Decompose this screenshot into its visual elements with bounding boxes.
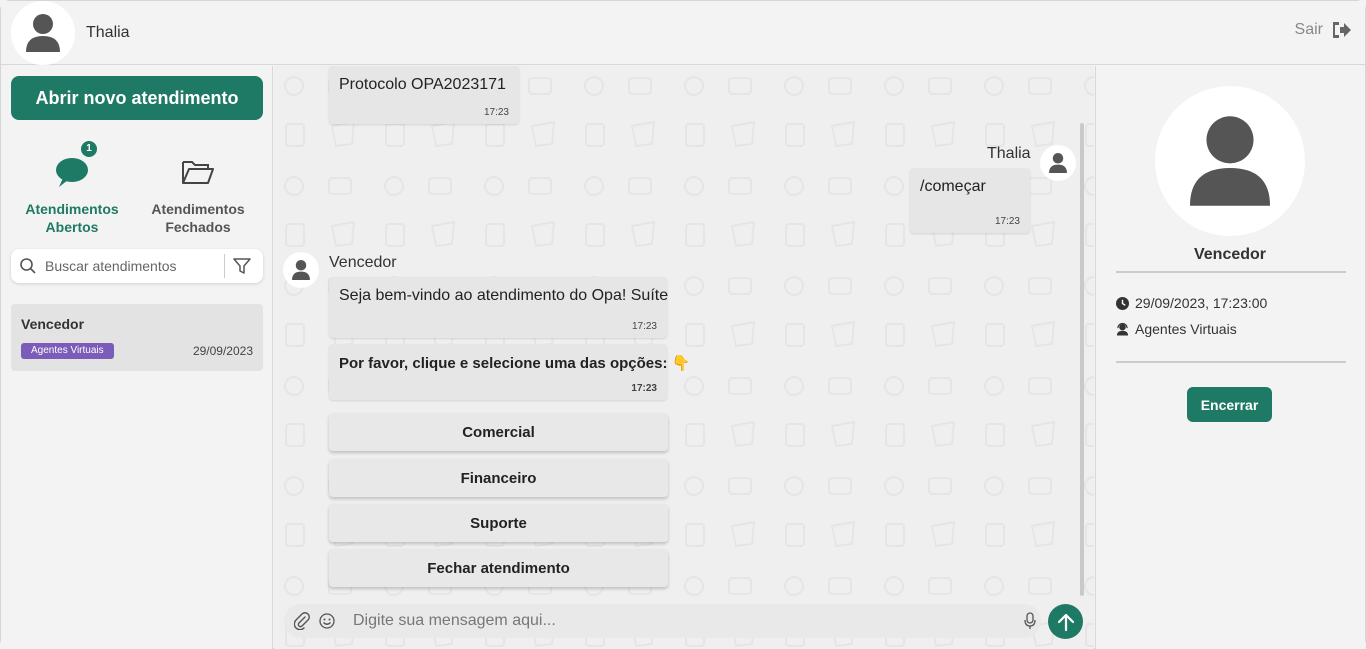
message-time: 17:23: [631, 383, 657, 394]
search-icon: [20, 258, 36, 274]
emoji-icon[interactable]: [319, 613, 335, 629]
arrow-up-icon: [1057, 613, 1074, 631]
chat-bubble-icon: [56, 158, 88, 187]
conversation-list-item[interactable]: Vencedor Agentes Virtuais 29/09/2023: [11, 304, 263, 371]
logout-icon: [1333, 22, 1351, 38]
tab-closed-attendances[interactable]: Atendimentos Fechados: [143, 154, 253, 236]
logout-button[interactable]: Sair: [1295, 21, 1351, 39]
search-bar: [11, 249, 263, 283]
tab-open-label-2: Abertos: [45, 219, 99, 235]
option-button-close-attendance[interactable]: Fechar atendimento: [329, 549, 668, 587]
send-button[interactable]: [1048, 604, 1083, 639]
clock-icon: [1116, 296, 1129, 310]
message-composer: [284, 604, 1041, 638]
unread-badge: 1: [81, 141, 97, 157]
tab-closed-label-2: Fechados: [165, 219, 231, 235]
department-tag: Agentes Virtuais: [21, 343, 114, 359]
message-bubble: Seja bem-vindo ao atendimento do Opa! Su…: [329, 277, 669, 338]
tab-closed-label-1: Atendimentos: [151, 201, 245, 217]
search-input[interactable]: [45, 249, 221, 283]
chat-area: Protocolo OPA2023171 17:23 Thalia /começ…: [274, 66, 1094, 649]
contact-department: Agentes Virtuais: [1135, 321, 1237, 337]
message-sender: Vencedor: [329, 254, 397, 271]
sender-avatar: [1040, 145, 1076, 181]
message-input[interactable]: [353, 604, 993, 638]
user-icon: [292, 260, 310, 280]
user-avatar[interactable]: [11, 1, 75, 65]
logout-label: Sair: [1294, 21, 1323, 38]
headset-agent-icon: [1116, 322, 1129, 336]
message-time: 17:23: [631, 321, 657, 332]
tab-open-attendances[interactable]: 1 Atendimentos Abertos: [17, 141, 127, 236]
folder-open-icon: [182, 161, 214, 184]
user-icon: [1190, 116, 1270, 206]
end-attendance-button[interactable]: Encerrar: [1187, 387, 1272, 422]
message-bubble: Protocolo OPA2023171 17:23: [329, 66, 519, 124]
message-text: Protocolo OPA2023171: [339, 76, 506, 93]
message-bubble: /começar 17:23: [910, 168, 1030, 233]
contact-avatar: [1155, 86, 1305, 236]
conversation-date: 29/09/2023: [192, 344, 253, 358]
message-bubble: Por favor, clique e selecione uma das op…: [329, 344, 690, 400]
option-button-comercial[interactable]: Comercial: [329, 413, 668, 451]
contact-datetime-row: 29/09/2023, 17:23:00: [1116, 295, 1267, 311]
tab-open-label-1: Atendimentos: [25, 201, 119, 217]
message-text: Seja bem-vindo ao atendimento do Opa! Su…: [339, 287, 669, 304]
message-sender: Thalia: [987, 145, 1031, 162]
message-text: Por favor, clique e selecione uma das op…: [339, 355, 691, 372]
option-button-suporte[interactable]: Suporte: [329, 504, 668, 542]
divider: [1116, 271, 1346, 273]
contact-name: Vencedor: [1193, 246, 1267, 263]
left-sidebar: Abrir novo atendimento 1 Atendimentos Ab…: [1, 66, 273, 649]
conversation-name: Vencedor: [21, 316, 85, 332]
new-attendance-button[interactable]: Abrir novo atendimento: [11, 76, 263, 120]
filter-icon[interactable]: [233, 257, 251, 275]
user-icon: [26, 14, 60, 52]
message-text: /começar: [920, 178, 986, 195]
divider: [1116, 361, 1346, 363]
contact-panel: Vencedor 29/09/2023, 17:23:00 Agentes Vi…: [1095, 66, 1365, 649]
paperclip-icon[interactable]: [294, 612, 310, 630]
user-icon: [1049, 153, 1067, 173]
message-time: 17:23: [994, 216, 1020, 227]
microphone-icon[interactable]: [1024, 612, 1036, 630]
chat-scrollbar[interactable]: [1080, 123, 1084, 596]
option-button-financeiro[interactable]: Financeiro: [329, 459, 668, 497]
contact-department-row: Agentes Virtuais: [1116, 321, 1237, 337]
header-username: Thalia: [86, 24, 130, 41]
contact-datetime: 29/09/2023, 17:23:00: [1135, 295, 1268, 311]
top-header: Thalia Sair: [1, 1, 1365, 65]
message-time: 17:23: [483, 107, 509, 118]
sender-avatar: [283, 252, 319, 288]
search-divider: [224, 254, 225, 278]
